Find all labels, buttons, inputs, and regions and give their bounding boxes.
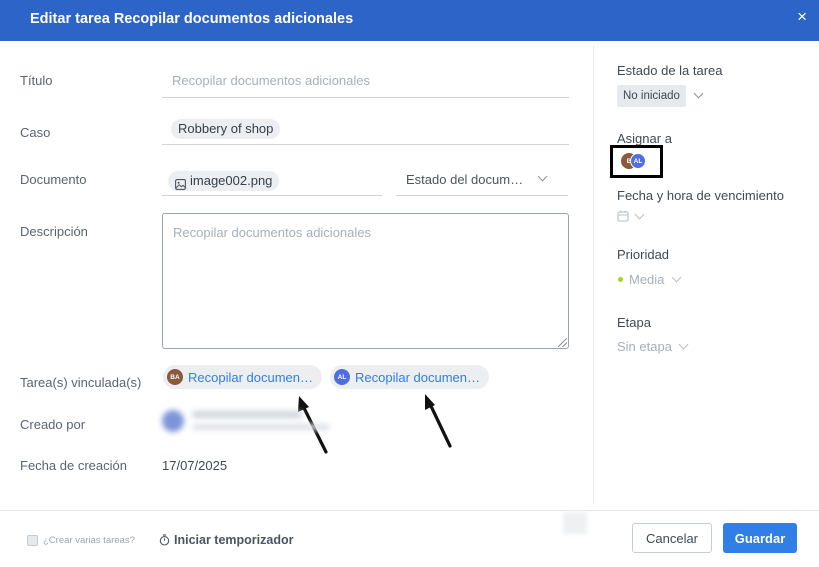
linked-task-link[interactable]: Recopilar documen… — [188, 370, 313, 385]
created-by-label: Creado por — [20, 417, 86, 432]
chevron-down-icon[interactable] — [671, 272, 682, 283]
blurred-element — [563, 512, 587, 534]
chevron-down-icon[interactable] — [693, 88, 704, 99]
stopwatch-icon — [159, 534, 170, 546]
description-placeholder: Recopilar documentos adicionales — [173, 225, 372, 240]
linked-task-link[interactable]: Recopilar documen… — [355, 370, 480, 385]
start-timer-label: Iniciar temporizador — [174, 533, 294, 547]
stage-label: Etapa — [617, 315, 651, 330]
case-label: Caso — [20, 125, 51, 140]
stage-value[interactable]: Sin etapa — [617, 339, 672, 354]
created-date-label: Fecha de creación — [20, 458, 127, 473]
chevron-down-icon[interactable] — [678, 339, 689, 350]
cancel-button[interactable]: Cancelar — [632, 523, 712, 553]
dialog-title: Editar tarea Recopilar documentos adicio… — [30, 11, 354, 27]
title-placeholder: Recopilar documentos adicionales — [172, 73, 371, 88]
linked-task-chip[interactable]: BA Recopilar documen… — [163, 365, 322, 389]
close-icon[interactable]: × — [797, 8, 807, 25]
priority-value[interactable]: Media — [629, 272, 664, 287]
resize-grip-icon[interactable] — [558, 338, 567, 347]
save-button[interactable]: Guardar — [723, 523, 797, 553]
document-state-value: Estado del docum… — [406, 172, 524, 187]
title-input[interactable]: Recopilar documentos adicionales — [162, 70, 569, 98]
description-label: Descripción — [20, 224, 88, 239]
created-date-value: 17/07/2025 — [162, 458, 228, 473]
sidebar-divider — [593, 46, 594, 504]
multi-task-label: ¿Crear varias tareas? — [43, 535, 135, 546]
description-textarea[interactable]: Recopilar documentos adicionales — [162, 213, 569, 349]
chevron-down-icon[interactable] — [634, 209, 645, 220]
case-chip[interactable]: Robbery of shop — [171, 119, 281, 139]
created-by-name — [192, 411, 302, 418]
footer-divider — [0, 510, 819, 511]
avatar: BA — [167, 369, 183, 385]
linked-task-chip[interactable]: AL Recopilar documen… — [330, 365, 489, 389]
due-date-label: Fecha y hora de vencimiento — [617, 188, 784, 203]
calendar-icon[interactable] — [617, 209, 629, 227]
status-label: Estado de la tarea — [617, 63, 723, 78]
avatar[interactable]: AL — [630, 153, 646, 169]
image-icon — [175, 176, 186, 190]
document-file-name: image002.png — [190, 173, 273, 188]
multi-task-checkbox[interactable] — [27, 535, 38, 546]
priority-dot-icon — [618, 277, 623, 282]
document-label: Documento — [20, 172, 87, 187]
status-select[interactable]: No iniciado — [617, 85, 686, 107]
linked-tasks-label: Tarea(s) vinculada(s) — [20, 375, 142, 390]
arrow-annotation-icon — [425, 394, 452, 448]
document-chip[interactable]: image002.png — [168, 171, 280, 191]
dialog-header: Editar tarea Recopilar documentos adicio… — [0, 0, 819, 41]
start-timer-button[interactable]: Iniciar temporizador — [159, 533, 293, 547]
title-label: Título — [20, 73, 53, 88]
priority-label: Prioridad — [617, 247, 670, 262]
assign-label: Asignar a — [617, 131, 672, 146]
avatar — [162, 410, 184, 432]
avatar: AL — [334, 369, 350, 385]
created-by-email — [192, 424, 330, 430]
